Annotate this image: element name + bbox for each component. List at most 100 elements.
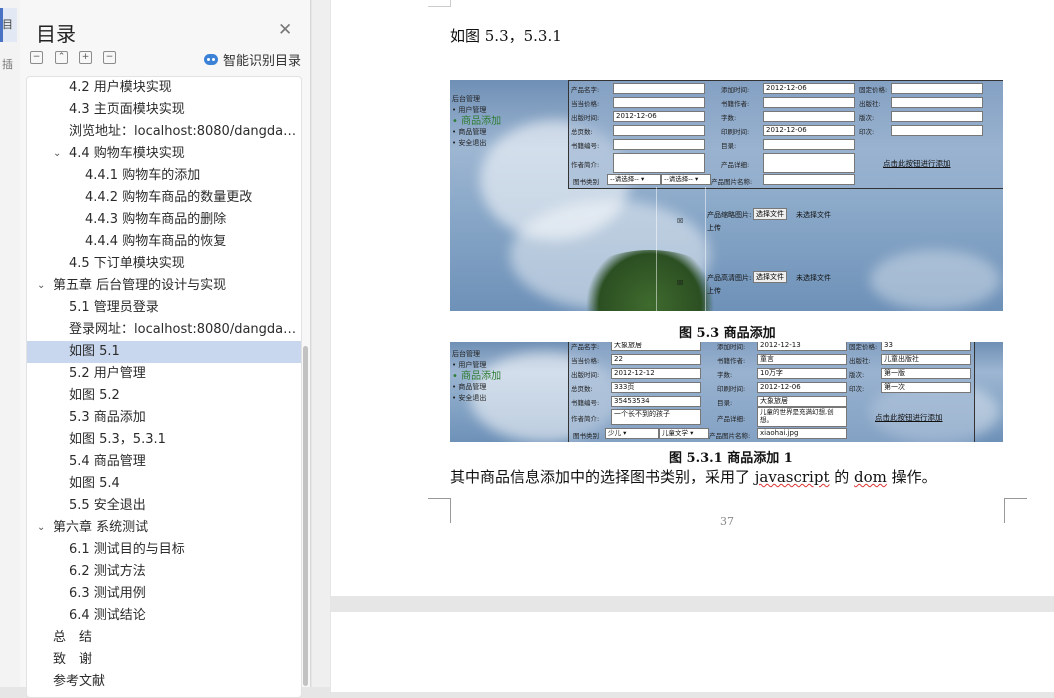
toc-item[interactable]: 4.5 下订单模块实现 <box>27 253 301 275</box>
input-img-name[interactable] <box>763 174 855 185</box>
input-fixed-price[interactable] <box>891 83 983 94</box>
input-name[interactable] <box>613 83 705 94</box>
toc-item[interactable]: 4.4.2 购物车商品的数量更改 <box>27 187 301 209</box>
input-edition[interactable] <box>891 111 983 122</box>
minus-icon[interactable]: − <box>103 51 116 64</box>
menu-manage-2[interactable]: 商品管理 <box>458 383 486 391</box>
toc-item[interactable]: 登录网址：localhost:8080/dangda ... <box>27 319 301 341</box>
toc-item[interactable]: ⌄ 第五章 后台管理的设计与实现 <box>27 275 301 297</box>
input-catalog-2[interactable]: 大象旅居 <box>757 396 847 407</box>
input-name-2[interactable]: 大象旅居 <box>611 342 701 351</box>
close-icon[interactable]: ✕ <box>278 20 292 40</box>
select-category-2-2[interactable]: 儿童文学 ▾ <box>659 428 709 439</box>
menu-logout[interactable]: 安全退出 <box>458 139 486 147</box>
file-button-1[interactable]: 选择文件 <box>753 208 787 220</box>
menu-user-2[interactable]: 用户管理 <box>458 361 486 369</box>
toc-item[interactable]: 4.4.4 购物车商品的恢复 <box>27 231 301 253</box>
input-detail[interactable] <box>763 153 855 173</box>
input-publisher-2[interactable]: 儿童出版社 <box>881 354 971 365</box>
input-add-time-2[interactable]: 2012-12-13 <box>757 342 847 351</box>
toc-item[interactable]: 6.2 测试方法 <box>27 561 301 583</box>
product-form: 产品名字: 当当价格: 出版时间: 总页数: 书籍编号: 作者简介: 图书类别 … <box>568 80 1003 189</box>
input-words-2[interactable]: 10万字 <box>757 368 847 379</box>
toc-item[interactable]: 5.5 安全退出 <box>27 495 301 517</box>
chevron-down-icon[interactable]: ⌄ <box>37 517 45 539</box>
toc-item[interactable]: 总 结 <box>27 627 301 649</box>
label-detail-2: 产品详细: <box>717 415 746 423</box>
input-author-intro[interactable] <box>613 153 705 173</box>
input-impression-2[interactable]: 第一次 <box>881 382 971 393</box>
menu-user[interactable]: 用户管理 <box>458 106 486 114</box>
toc-item[interactable]: 4.4.3 购物车商品的删除 <box>27 209 301 231</box>
toc-item[interactable]: 4.4.1 购物车的添加 <box>27 165 301 187</box>
input-img-name-2[interactable]: xiaohai.jpg <box>757 428 847 439</box>
submit-link[interactable]: 点击此按钮进行添加 <box>883 158 951 169</box>
chevron-down-icon[interactable]: ⌄ <box>37 275 45 297</box>
menu-logout-2[interactable]: 安全退出 <box>458 394 486 402</box>
input-print-time[interactable]: 2012-12-06 <box>763 125 855 136</box>
input-pages[interactable] <box>613 125 705 136</box>
input-pubdate[interactable]: 2012-12-06 <box>613 111 705 122</box>
input-pages-2[interactable]: 333页 <box>611 382 701 393</box>
toc-item-label: 致 谢 <box>53 652 93 667</box>
input-publisher[interactable] <box>891 97 983 108</box>
input-catalog[interactable] <box>763 139 855 150</box>
input-isbn[interactable] <box>613 139 705 150</box>
toc-item[interactable]: 6.1 测试目的与目标 <box>27 539 301 561</box>
toc-item[interactable]: 致 谢 <box>27 649 301 671</box>
label-publisher-2: 出版社: <box>849 357 871 365</box>
toc-item[interactable]: 参考文献 <box>27 671 301 693</box>
input-pubdate-2[interactable]: 2012-12-12 <box>611 368 701 379</box>
select-category-1-2[interactable]: 少儿 ▾ <box>605 428 659 439</box>
input-detail-2[interactable]: 儿童的世界是充满幻想,创想。 <box>757 407 847 427</box>
input-author[interactable] <box>763 97 855 108</box>
submit-link-2[interactable]: 点击此按钮进行添加 <box>875 412 943 423</box>
input-fixed-price-2[interactable]: 33 <box>881 342 971 351</box>
input-add-time[interactable]: 2012-12-06 <box>763 83 855 94</box>
toc-item[interactable]: 4.2 用户模块实现 <box>27 77 301 99</box>
input-author-2[interactable]: 童言 <box>757 354 847 365</box>
toc-item-label: 4.5 下订单模块实现 <box>69 256 185 271</box>
toc-item[interactable]: ⌄ 第六章 系统测试 <box>27 517 301 539</box>
toc-item[interactable]: 5.1 管理员登录 <box>27 297 301 319</box>
input-price-2[interactable]: 22 <box>611 354 701 365</box>
toc-item[interactable]: 4.3 主页面模块实现 <box>27 99 301 121</box>
collapse-all-icon[interactable]: − <box>30 51 43 64</box>
input-author-intro-2[interactable]: 一个长不到的孩子 <box>611 409 701 425</box>
select-category-2[interactable]: --请选择-- ▾ <box>661 174 711 185</box>
toc-item[interactable]: 如图 5.1 <box>27 341 301 363</box>
input-isbn-2[interactable]: 35453534 <box>611 396 701 407</box>
toc-item[interactable]: 浏览地址：localhost:8080/dangda ... <box>27 121 301 143</box>
toc-item[interactable]: 如图 5.4 <box>27 473 301 495</box>
toc-item[interactable]: 6.4 测试结论 <box>27 605 301 627</box>
menu-manage[interactable]: 商品管理 <box>458 128 486 136</box>
input-edition-2[interactable]: 第一版 <box>881 368 971 379</box>
toc-scrollbar[interactable] <box>303 346 308 686</box>
toc-item[interactable]: 6.3 测试用例 <box>27 583 301 605</box>
toc-item[interactable]: 如图 5.2 <box>27 385 301 407</box>
chevron-down-icon[interactable]: ⌄ <box>53 143 61 165</box>
label-author-intro: 作者简介: <box>571 161 600 169</box>
label-category-2: 图书类别 <box>573 432 599 440</box>
input-impression[interactable] <box>891 125 983 136</box>
select-category-1[interactable]: --请选择-- ▾ <box>607 174 661 185</box>
toc-item[interactable]: ⌄ 4.4 购物车模块实现 <box>27 143 301 165</box>
input-print-time-2[interactable]: 2012-12-06 <box>757 382 847 393</box>
toc-item[interactable]: 5.4 商品管理 <box>27 451 301 473</box>
toc-item[interactable]: 5.2 用户管理 <box>27 363 301 385</box>
expand-icon[interactable]: + <box>79 51 92 64</box>
toc-item[interactable]: 5.3 商品添加 <box>27 407 301 429</box>
upload-button-2[interactable]: 上传 <box>707 286 721 296</box>
upload-button-1[interactable]: 上传 <box>707 223 721 233</box>
toc-item[interactable]: 如图 5.3，5.3.1 <box>27 429 301 451</box>
promote-icon[interactable]: ⌃ <box>55 51 68 64</box>
input-words[interactable] <box>763 111 855 122</box>
toc-item-label: 第五章 后台管理的设计与实现 <box>53 278 227 293</box>
menu-add-product-2[interactable]: 商品添加 <box>461 371 501 382</box>
file-button-2[interactable]: 选择文件 <box>753 271 787 283</box>
input-price[interactable] <box>613 97 705 108</box>
insert-tab-label[interactable]: 插 <box>2 56 13 72</box>
next-document-page <box>331 612 1054 692</box>
menu-add-product[interactable]: 商品添加 <box>461 116 501 127</box>
smart-detect-button[interactable]: 智能识别目录 <box>204 50 301 69</box>
